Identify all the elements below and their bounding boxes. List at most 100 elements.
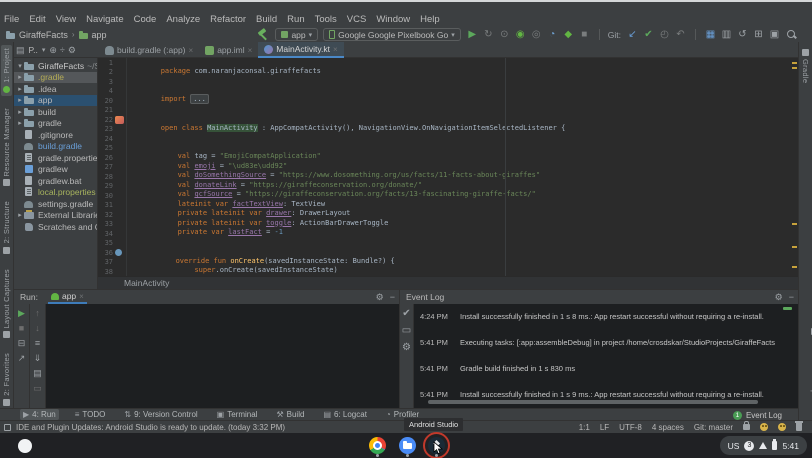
gutter-icon[interactable]	[115, 239, 124, 247]
close-icon[interactable]: ×	[333, 45, 338, 54]
attach-debugger-icon[interactable]: ◆	[562, 29, 575, 41]
event-log-entry[interactable]: 5:41 PM Gradle build finished in 1 s 830…	[420, 364, 794, 390]
collapse-all-icon[interactable]: ÷	[60, 45, 65, 55]
toolwindow-version-control[interactable]: ⇅ 9: Version Control	[121, 409, 200, 420]
print-icon[interactable]: ▤	[32, 368, 44, 378]
gutter-icon[interactable]	[115, 97, 124, 105]
close-icon[interactable]: ×	[248, 46, 253, 55]
run-icon[interactable]: ▶	[466, 29, 479, 41]
code-line[interactable]: 4 import ...	[98, 87, 798, 97]
gutter-icon[interactable]	[115, 116, 124, 124]
tree-item[interactable]: settings.gradle	[14, 198, 97, 210]
menu-item[interactable]: Window	[376, 14, 410, 25]
warning-stripe-mark[interactable]	[792, 62, 797, 64]
lock-icon[interactable]	[743, 424, 750, 430]
breadcrumb-module[interactable]: app	[92, 30, 107, 40]
device-file-explorer-icon[interactable]: ▦	[704, 29, 717, 41]
tree-item[interactable]: ▾ GiraffeFacts ~/S	[14, 60, 97, 72]
breadcrumb-class[interactable]: MainActivity	[124, 278, 169, 288]
search-everywhere-icon[interactable]	[786, 29, 798, 41]
menu-item[interactable]: Tools	[315, 14, 337, 25]
menu-item[interactable]: Help	[420, 14, 440, 25]
expand-arrow-icon[interactable]: ▾	[16, 62, 24, 70]
tree-item[interactable]: ▸ app	[14, 95, 97, 107]
run-console-output[interactable]	[46, 304, 399, 408]
sdk-manager-icon[interactable]: ⊞	[752, 29, 765, 41]
tree-item[interactable]: gradlew	[14, 164, 97, 176]
build-hammer-icon[interactable]	[257, 29, 270, 41]
gutter-icon[interactable]	[115, 268, 124, 276]
gutter-icon[interactable]	[115, 211, 124, 219]
locate-file-icon[interactable]: ⊕	[49, 45, 57, 56]
menu-item[interactable]: Refactor	[210, 14, 246, 25]
gutter-icon[interactable]	[115, 220, 124, 228]
menu-item[interactable]: Build	[256, 14, 277, 25]
run-settings-wrench-icon[interactable]: ↗	[16, 353, 28, 363]
tool-strip-button[interactable]: Layout Captures	[1, 266, 12, 342]
expand-arrow-icon[interactable]: ▸	[16, 119, 24, 127]
files-app-icon[interactable]	[399, 437, 416, 454]
tree-item[interactable]: local.properties	[14, 187, 97, 199]
code-line[interactable]: 33 private var lastFact = -1	[98, 220, 798, 230]
status-message-area[interactable]: IDE and Plugin Updates: Android Studio i…	[4, 423, 285, 432]
launcher-button[interactable]	[18, 439, 32, 453]
menu-item[interactable]: Navigate	[86, 14, 124, 25]
warning-stripe-mark[interactable]	[792, 266, 797, 268]
code-line[interactable]: 1 package com.naranjaconsal.giraffefacts	[98, 58, 798, 68]
editor-tab[interactable]: build.gradle (:app) ×	[99, 42, 199, 58]
menu-item[interactable]: Code	[134, 14, 157, 25]
tree-item[interactable]: gradle.properties	[14, 152, 97, 164]
code-line[interactable]: 22 open class MainActivity : AppCompatAc…	[98, 115, 798, 125]
code-line[interactable]: 37 super.onCreate(savedInstanceState)	[98, 258, 798, 268]
event-log-entry[interactable]: 4:24 PM Install successfully finished in…	[420, 312, 794, 338]
caret-position-widget[interactable]: 1:1	[579, 423, 590, 432]
device-manager-icon[interactable]: ▥	[720, 29, 733, 41]
gutter-icon[interactable]	[115, 173, 124, 181]
tree-item[interactable]: gradlew.bat	[14, 175, 97, 187]
stop-icon[interactable]: ■	[578, 29, 591, 41]
menu-item[interactable]: View	[56, 14, 76, 25]
profiler-icon[interactable]: ◔	[546, 29, 559, 41]
hide-panel-icon[interactable]: −	[390, 290, 395, 304]
tree-item[interactable]: Scratches and Consoles	[14, 221, 97, 233]
close-icon[interactable]: ×	[79, 292, 84, 301]
tool-strip-button[interactable]: 2: Structure	[1, 198, 12, 256]
gutter-icon[interactable]	[115, 135, 124, 143]
tool-strip-button[interactable]: 2: Favorites	[1, 350, 12, 409]
tree-item[interactable]: ▸ gradle	[14, 118, 97, 130]
rerun-icon[interactable]: ▶	[16, 308, 28, 318]
mark-all-read-icon[interactable]: ✔	[400, 308, 413, 320]
apply-code-changes-icon[interactable]: ⊙	[498, 29, 511, 41]
encoding-widget[interactable]: UTF-8	[619, 423, 642, 432]
window-layout-icon[interactable]: ▣	[768, 29, 781, 41]
expand-arrow-icon[interactable]: ▸	[16, 85, 24, 93]
toolwindow-todo[interactable]: ≡ TODO	[72, 409, 109, 420]
menu-item[interactable]: Analyze	[166, 14, 200, 25]
settings-gear-icon[interactable]: ⚙	[376, 290, 384, 304]
clear-log-icon[interactable]: ▭	[400, 325, 413, 337]
tool-strip-button-device-file-explorer[interactable]: Device File Explorer	[800, 325, 812, 414]
run-tab-app[interactable]: app ×	[48, 290, 87, 304]
menu-item[interactable]: Run	[287, 14, 304, 25]
editor-tab[interactable]: app.iml ×	[199, 42, 258, 58]
prev-occurrence-icon[interactable]: ↑	[32, 308, 44, 318]
restart-activity-icon[interactable]: ⊟	[16, 338, 28, 348]
update-project-icon[interactable]: ↙	[626, 29, 639, 41]
rollback-icon[interactable]: ↶	[674, 29, 687, 41]
gutter-icon[interactable]	[115, 59, 124, 67]
tool-strip-button-gradle[interactable]: Gradle	[800, 46, 811, 86]
expand-arrow-icon[interactable]: ▸	[16, 108, 24, 116]
toolwindow-build[interactable]: ⚒ Build	[273, 409, 307, 420]
stop-icon[interactable]: ■	[16, 323, 28, 333]
device-selector[interactable]: Google Google Pixelbook Go ▾	[323, 28, 461, 41]
trash-icon[interactable]	[796, 423, 802, 431]
expand-arrow-icon[interactable]: ▸	[16, 96, 24, 104]
tree-item[interactable]: ▸ External Libraries	[14, 210, 97, 222]
warning-stripe-mark[interactable]	[792, 223, 797, 225]
warning-stripe-mark[interactable]	[792, 246, 797, 248]
history-icon[interactable]: ◴	[658, 29, 671, 41]
system-tray[interactable]: US 3 5:41	[720, 436, 807, 455]
tree-item[interactable]: .gitignore	[14, 129, 97, 141]
toolwindow-logcat[interactable]: ▤ 6: Logcat	[320, 409, 369, 420]
editor-tab[interactable]: MainActivity.kt ×	[258, 42, 343, 58]
